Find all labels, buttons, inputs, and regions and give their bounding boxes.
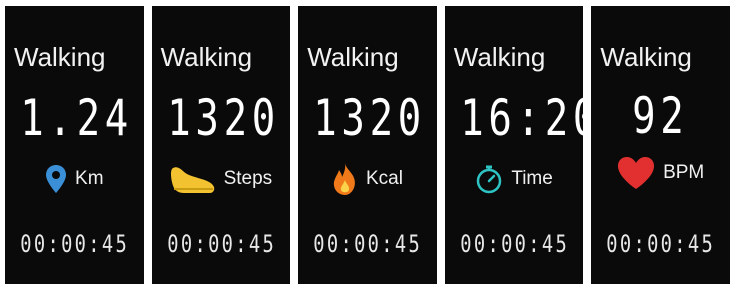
metric-row: Kcal bbox=[298, 160, 437, 198]
heart-icon bbox=[617, 156, 655, 190]
steps-value: 1320 bbox=[166, 89, 280, 147]
elapsed-timer: 00:00:45 bbox=[313, 230, 423, 258]
steps-screen: Walking 1320 Steps 00:00:45 bbox=[151, 6, 291, 284]
activity-mode-label: Walking bbox=[160, 42, 253, 72]
time-screen: Walking 16:20 Time 00:00:45 bbox=[444, 6, 601, 284]
steps-unit-label: Steps bbox=[223, 168, 273, 189]
time-unit-label: Time bbox=[511, 168, 553, 189]
heart-rate-value: 92 bbox=[632, 87, 689, 145]
distance-screen: Walking 1.24 Km 00:00:45 bbox=[5, 6, 144, 284]
elapsed-timer: 00:00:45 bbox=[20, 230, 130, 258]
calories-unit-label: Kcal bbox=[366, 168, 403, 189]
watch-screens: Walking 1.24 Km 00:00:45 Walking 1320 St… bbox=[5, 6, 730, 284]
heart-rate-unit-label: BPM bbox=[663, 162, 705, 183]
distance-value: 1.24 bbox=[20, 89, 133, 147]
flame-icon bbox=[332, 162, 358, 196]
shoe-icon bbox=[170, 162, 216, 196]
metric-row: Steps bbox=[152, 160, 291, 198]
metric-row: BPM bbox=[591, 154, 730, 192]
metric-row: Time bbox=[445, 160, 584, 198]
stopwatch-icon bbox=[475, 164, 503, 194]
distance-unit-label: Km bbox=[75, 168, 104, 189]
activity-mode-label: Walking bbox=[453, 42, 546, 72]
clock-value: 16:20 bbox=[460, 89, 601, 147]
calories-value: 1320 bbox=[313, 89, 427, 147]
metric-row: Km bbox=[5, 160, 144, 198]
calories-screen: Walking 1320 Kcal 00:00:45 bbox=[298, 6, 437, 284]
location-pin-icon bbox=[45, 164, 67, 194]
elapsed-timer: 00:00:45 bbox=[166, 230, 276, 258]
elapsed-timer: 00:00:45 bbox=[460, 230, 569, 258]
activity-mode-label: Walking bbox=[307, 42, 399, 72]
heart-rate-screen: Walking 92 BPM 00:00:45 bbox=[591, 6, 730, 284]
elapsed-timer: 00:00:45 bbox=[606, 230, 716, 258]
activity-mode-label: Walking bbox=[14, 42, 106, 72]
activity-mode-label: Walking bbox=[600, 42, 692, 72]
